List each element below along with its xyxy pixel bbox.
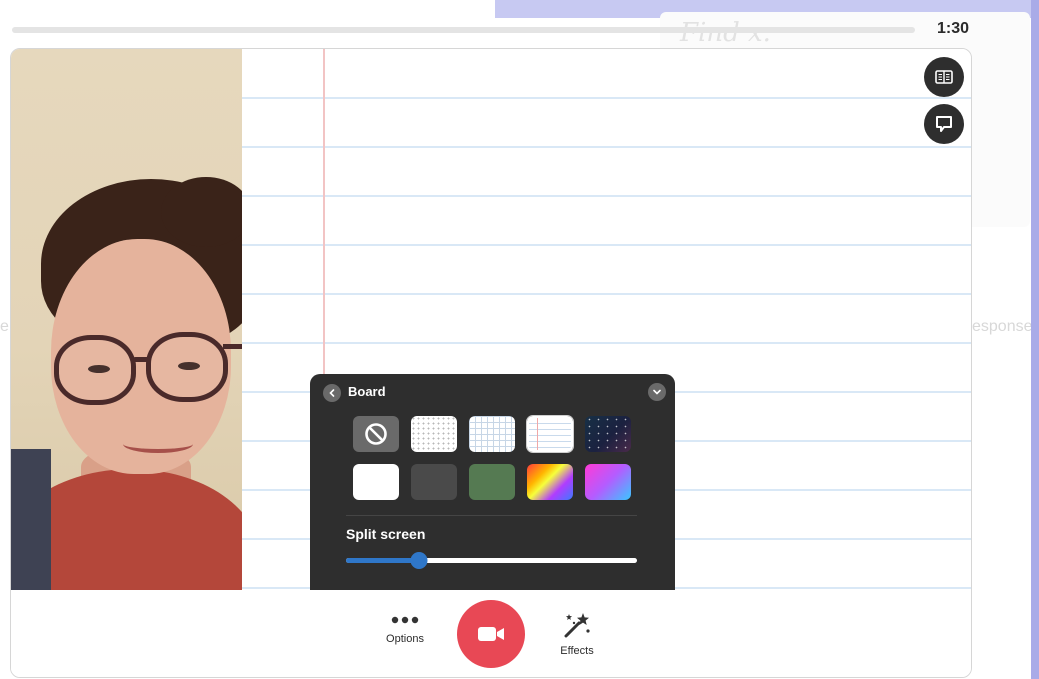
magic-wand-icon [564,613,590,638]
split-screen-slider-thumb[interactable] [410,552,428,569]
recording-timer: 1:30 [937,20,970,37]
background-option-dark-gray[interactable] [411,464,457,500]
background-option-none[interactable] [353,416,399,452]
glasses-lens-right [146,332,228,402]
background-option-rainbow[interactable] [527,464,573,500]
background-option-lined-selected[interactable] [526,415,574,453]
background-option-grid[interactable] [469,416,515,452]
background-option-pink-blue[interactable] [585,464,631,500]
recorder-controls: Options Effects [11,590,971,677]
panel-title: Board [348,384,386,399]
camera-subject-bun [161,177,242,247]
chevron-left-icon [329,389,335,397]
split-screen-label: Split screen [346,526,426,542]
panel-collapse-button[interactable] [648,383,666,401]
effects-label: Effects [560,645,594,657]
split-screen-slider[interactable] [346,552,637,569]
background-text-left: e [0,318,9,335]
glasses-temple [223,344,242,349]
panel-back-button[interactable] [323,384,341,402]
effects-button[interactable]: Effects [552,611,602,657]
camera-background-shadow [11,449,51,590]
background-option-white[interactable] [353,464,399,500]
background-sketch-text: Find x. [680,18,771,48]
record-button[interactable] [457,600,525,668]
chevron-down-icon [653,389,661,395]
sticky-note-icon [936,116,952,132]
background-text-right: esponse [972,318,1033,335]
options-label: Options [386,633,424,645]
background-option-dots[interactable] [411,416,457,452]
sticky-note-button[interactable] [924,104,964,144]
split-screen-slider-fill [346,558,419,563]
glasses-bridge [133,357,151,362]
glasses-lens-left [54,335,136,405]
video-camera-icon [478,627,504,641]
more-dots-icon [391,616,419,624]
panel-divider [346,515,637,516]
camera-feed [11,49,242,590]
camera-subject-smile [123,435,193,453]
book-button[interactable] [924,57,964,97]
options-button[interactable]: Options [381,613,429,645]
background-option-green[interactable] [469,464,515,500]
no-background-icon [365,423,387,445]
board-panel: Board Split screen [310,374,675,590]
recorder-frame: Board Split screen Options Effects [10,48,972,678]
background-scrollbar [1031,0,1039,679]
background-option-space[interactable] [585,416,631,452]
book-icon [935,70,953,84]
recording-progress-bar [12,27,915,33]
